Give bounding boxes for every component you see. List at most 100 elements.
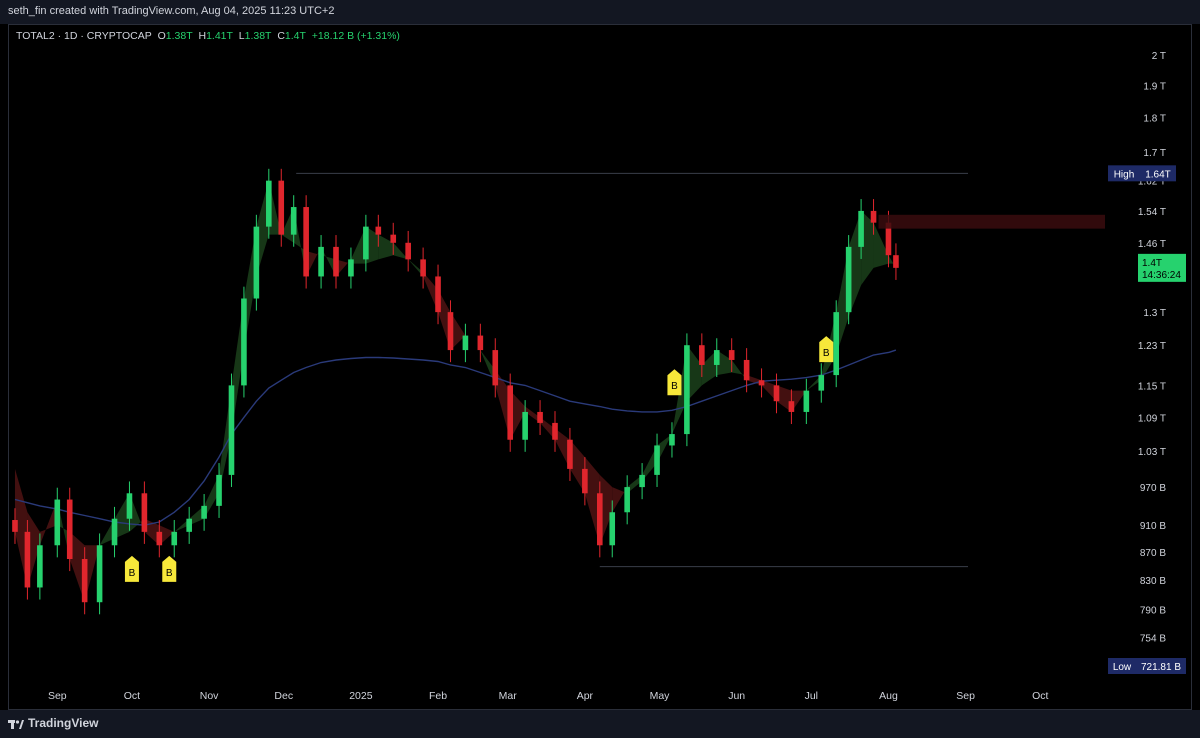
x-tick-label: Jul [805, 690, 818, 702]
candle-body [462, 335, 469, 351]
candle-body [858, 210, 864, 247]
candle-body [582, 468, 588, 494]
low-tag-label: Low [1113, 662, 1132, 673]
candle-body [624, 487, 630, 513]
candle-body [186, 518, 192, 532]
candle-body [66, 499, 73, 560]
low-tag-value: 721.81 B [1141, 662, 1181, 673]
price-chart[interactable]: B BBB2 T1.9 T1.8 T1.7 T1.62 T1.54 T1.46 T… [0, 0, 1200, 738]
open-value: 1.38T [165, 30, 193, 42]
candle-body [845, 246, 852, 313]
candle-body [477, 335, 484, 351]
x-tick-label: Aug [879, 690, 898, 702]
candle-body [290, 207, 297, 235]
x-tick-label: Sep [956, 690, 975, 702]
y-tick-label: 1.3 T [1143, 308, 1166, 319]
buy-signal-badge: B [667, 369, 682, 396]
x-tick-label: Sep [48, 690, 67, 702]
candle-body [405, 242, 411, 260]
candle-body [201, 505, 207, 519]
candle-body [818, 375, 825, 391]
x-tick-label: Nov [200, 690, 219, 702]
y-tick-label: 1.8 T [1143, 114, 1166, 125]
buy-badge-label: B [823, 348, 830, 359]
candle-body [303, 207, 309, 277]
candle-body [684, 345, 690, 435]
y-tick-label: 1.03 T [1138, 447, 1166, 458]
candle-body [743, 359, 750, 381]
candle-body [447, 312, 454, 351]
candle-body [492, 350, 499, 386]
candle-body [537, 411, 543, 423]
y-tick-label: 2 T [1152, 51, 1166, 62]
x-tick-label: Apr [577, 690, 594, 702]
candle-body [390, 234, 397, 243]
candle-body [278, 180, 285, 235]
y-tick-label: 1.46 T [1138, 239, 1166, 250]
candle-body [333, 246, 339, 277]
y-tick-label: 970 B [1140, 483, 1166, 494]
y-tick-label: 830 B [1140, 576, 1166, 587]
change-value: +18.12 B (+1.31%) [311, 30, 400, 42]
candle-body [111, 518, 118, 546]
candle-body [81, 559, 88, 603]
candle-body [318, 246, 324, 277]
candle-body [699, 345, 705, 365]
candle-body [253, 226, 260, 299]
close-value: 1.4T [284, 30, 306, 42]
y-tick-label: 754 B [1140, 634, 1166, 645]
y-tick-label: 870 B [1140, 548, 1166, 559]
candle-body [758, 380, 765, 386]
high-label: H [198, 30, 207, 42]
buy-badge-label: B [129, 568, 136, 579]
x-tick-label: Oct [1032, 690, 1048, 702]
candle-body [24, 531, 31, 588]
high-value: 1.41T [206, 30, 233, 42]
candle-body [522, 411, 528, 440]
low-value: 1.38T [244, 30, 272, 42]
candle-body [435, 276, 441, 313]
candle-body [37, 545, 43, 588]
candle-body [713, 350, 720, 365]
y-tick-label: 910 B [1140, 521, 1166, 532]
candle-body [96, 545, 103, 603]
candle-body [728, 350, 735, 360]
tradingview-logo[interactable]: TradingView [8, 716, 98, 730]
x-tick-label: Dec [274, 690, 293, 702]
candle-body [552, 422, 558, 440]
x-tick-label: 2025 [349, 690, 373, 702]
candle-body [266, 180, 272, 227]
symbol-label: TOTAL2 · 1D · CRYPTOCAP [16, 30, 152, 42]
candle-body [216, 474, 222, 506]
high-tag-label: High [1114, 169, 1135, 180]
x-tick-label: Oct [124, 690, 140, 702]
candle-body [54, 499, 61, 546]
candle-body [348, 259, 354, 277]
footer-bar: TradingView [0, 710, 1200, 738]
tradingview-logo-icon [8, 719, 24, 729]
candle-body [363, 226, 369, 260]
y-tick-label: 1.7 T [1143, 148, 1166, 159]
y-tick-label: 1.15 T [1138, 381, 1166, 392]
candle-body [669, 434, 675, 446]
candle-body [228, 385, 235, 475]
candle-body [833, 312, 840, 376]
candle-body [171, 531, 178, 546]
y-tick-label: 1.54 T [1138, 207, 1166, 218]
ohlc-legend: TOTAL2 · 1D · CRYPTOCAP O1.38T H1.41T L1… [16, 30, 400, 42]
candle-body [893, 255, 899, 268]
x-tick-label: Feb [429, 690, 447, 702]
y-tick-label: 1.9 T [1143, 81, 1166, 92]
candle-body [596, 493, 603, 546]
candle-body [141, 493, 148, 532]
last-price-value: 1.4T [1142, 258, 1162, 269]
candle-body [609, 512, 616, 546]
y-tick-label: 790 B [1140, 606, 1166, 617]
candle-body [773, 385, 780, 402]
brand-label: TradingView [28, 716, 99, 730]
candle-body [788, 401, 795, 412]
candle-body [12, 520, 18, 532]
candle-body [803, 390, 810, 412]
x-tick-label: May [650, 690, 671, 702]
last-price-countdown: 14:36:24 [1142, 270, 1181, 281]
